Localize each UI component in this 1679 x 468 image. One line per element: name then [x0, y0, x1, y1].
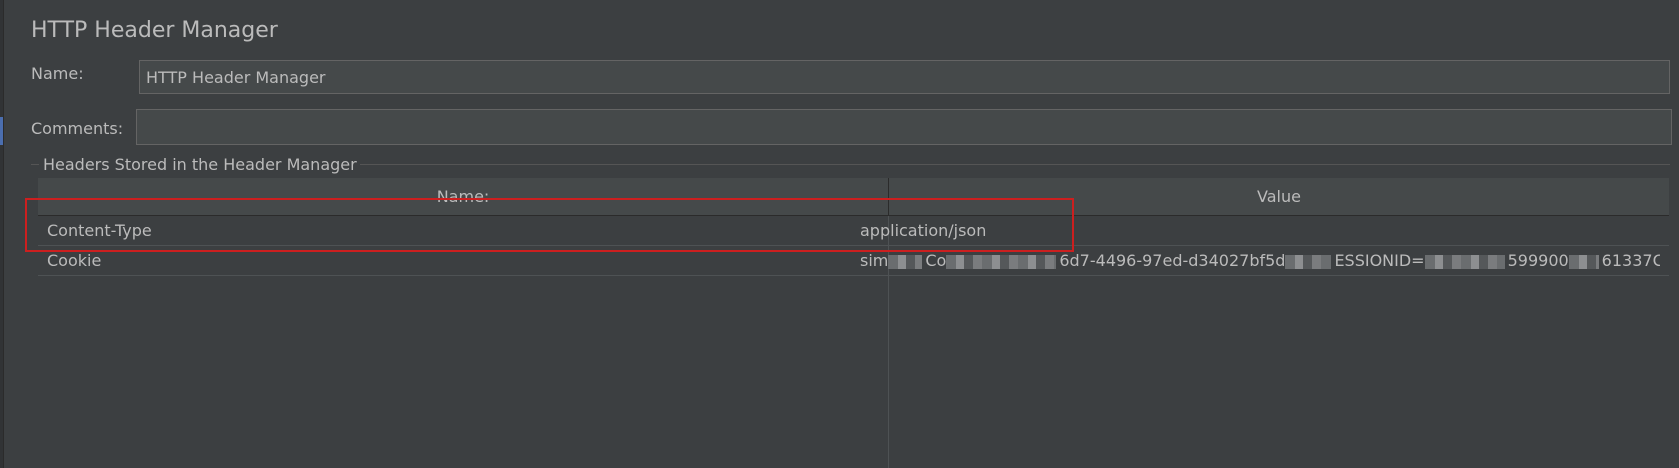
redacted-block: [1424, 254, 1505, 269]
cookie-value-fragment: ESSIONID=: [1334, 251, 1425, 270]
cookie-value-fragment: 599900: [1507, 251, 1569, 270]
cookie-value-fragment: 6d7-4496-97ed-d34027bf5d: [1059, 251, 1286, 270]
group-border-left-segment: [31, 164, 39, 165]
redacted-block: [888, 254, 923, 269]
left-edge-divider: [3, 0, 4, 468]
column-header-name[interactable]: Name:: [38, 178, 888, 215]
table-row[interactable]: Cookie sim Co 6d7-4496-97ed-d34027bf5d ESSI…: [38, 246, 1669, 276]
panel-title: HTTP Header Manager: [31, 18, 278, 43]
name-label: Name:: [31, 64, 84, 83]
redacted-block: [1285, 254, 1332, 269]
redacted-block: [1568, 254, 1599, 269]
header-name-cell[interactable]: Cookie: [47, 246, 877, 275]
cookie-value-fragment: sim: [860, 251, 889, 270]
column-header-value[interactable]: Value: [889, 178, 1669, 215]
header-value-cell[interactable]: application/json: [860, 216, 1660, 245]
table-row[interactable]: Content-Type application/json: [38, 216, 1669, 246]
headers-table: Name: Value Content-Type application/jso…: [38, 178, 1669, 468]
header-value-cell[interactable]: sim Co 6d7-4496-97ed-d34027bf5d ESSIONID= 59…: [860, 246, 1660, 275]
group-border-right-segment: [350, 164, 1670, 165]
selection-marker: [0, 117, 3, 145]
headers-group-title: Headers Stored in the Header Manager: [40, 155, 360, 174]
comments-field[interactable]: [136, 109, 1672, 145]
cookie-value-fragment: 61337C227...: [1601, 251, 1660, 270]
comments-label: Comments:: [31, 119, 124, 138]
table-header: Name: Value: [38, 178, 1669, 216]
header-name-cell[interactable]: Content-Type: [47, 216, 877, 245]
name-field[interactable]: [139, 60, 1670, 94]
cookie-value-fragment: Co: [925, 251, 947, 270]
redacted-block: [946, 254, 1057, 269]
